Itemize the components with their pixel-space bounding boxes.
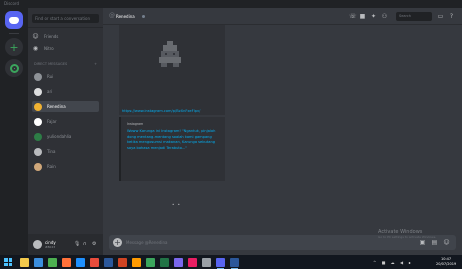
dm-name: Rain bbox=[47, 164, 56, 169]
search-placeholder: Find or start a conversation bbox=[35, 16, 90, 21]
nitro-icon: ◉ bbox=[32, 44, 39, 52]
explore-servers-button[interactable] bbox=[5, 59, 23, 77]
add-server-button[interactable]: + bbox=[5, 38, 23, 56]
compass-icon bbox=[9, 63, 19, 73]
avatar bbox=[34, 162, 42, 171]
loading-indicator: • • bbox=[172, 202, 181, 207]
embed-provider: Instagram bbox=[127, 122, 144, 126]
firefox-icon[interactable] bbox=[62, 258, 71, 267]
dm-name: yuliondahlia bbox=[47, 134, 72, 139]
create-dm-button[interactable]: + bbox=[94, 62, 97, 68]
direct-messages-header: DIRECT MESSAGES + bbox=[34, 62, 97, 68]
nav-nitro[interactable]: ◉ Nitro bbox=[32, 44, 99, 53]
media-icon[interactable] bbox=[174, 258, 183, 267]
pixel-art-image bbox=[159, 41, 181, 67]
divider bbox=[28, 27, 103, 28]
inbox-icon[interactable]: ▭ bbox=[437, 13, 444, 20]
header-search-placeholder: Search bbox=[399, 14, 412, 18]
word-icon[interactable] bbox=[104, 258, 113, 267]
nav-nitro-label: Nitro bbox=[44, 46, 54, 51]
chat-header: @ Renedina ☏ ■ ✦ ⚇ Search ▭ ? bbox=[103, 8, 462, 25]
discord-window: Discord + Find or start a conversation ☺… bbox=[0, 0, 462, 269]
chrome-icon[interactable] bbox=[48, 258, 57, 267]
dm-item-active[interactable]: Renedina bbox=[32, 101, 99, 112]
dm-name: Tina bbox=[47, 149, 56, 154]
avatar bbox=[34, 132, 42, 141]
emoji-icon[interactable]: ☺ bbox=[443, 239, 450, 246]
powerpoint-icon[interactable] bbox=[118, 258, 127, 267]
gear-icon[interactable]: ⚙ bbox=[92, 242, 96, 247]
nav-friends-label: Friends bbox=[44, 34, 59, 39]
activate-windows-watermark: Activate Windows Go to PC settings to ac… bbox=[378, 229, 458, 239]
user-avatar[interactable] bbox=[33, 240, 42, 249]
dm-name: ari bbox=[47, 89, 53, 94]
photos-icon[interactable] bbox=[146, 258, 155, 267]
excel-icon[interactable] bbox=[160, 258, 169, 267]
system-tray[interactable]: ^ ■ ☁ ◀ ∎ bbox=[373, 260, 413, 265]
file-explorer-icon[interactable] bbox=[20, 258, 29, 267]
avatar bbox=[34, 102, 42, 111]
mute-icon[interactable]: 🎙︎ bbox=[74, 242, 80, 247]
embed-description[interactable]: Woww Karunga ini Instagram! "Ngantuk, pi… bbox=[127, 129, 219, 151]
friends-icon: ☺ bbox=[32, 32, 39, 40]
image-embed[interactable] bbox=[119, 25, 225, 115]
upload-button[interactable]: + bbox=[113, 238, 122, 247]
user-tag: #8023 bbox=[45, 245, 56, 249]
message-link[interactable]: https://www.instagram.com/p/BzXnFxeFlpv/ bbox=[122, 109, 232, 113]
paint-icon[interactable] bbox=[188, 258, 197, 267]
nav-friends[interactable]: ☺ Friends bbox=[32, 32, 99, 41]
direct-messages-label: DIRECT MESSAGES bbox=[34, 62, 68, 66]
edge-icon[interactable] bbox=[76, 258, 85, 267]
windows-start-icon[interactable] bbox=[4, 258, 12, 266]
dm-item[interactable]: Rui bbox=[32, 71, 99, 82]
header-search-input[interactable]: Search bbox=[396, 12, 432, 21]
add-friend-icon[interactable]: ⚇ bbox=[381, 13, 388, 20]
plus-icon: + bbox=[9, 40, 19, 54]
window-title: Discord bbox=[4, 1, 20, 6]
app-icon[interactable] bbox=[90, 258, 99, 267]
title-bar: Discord bbox=[0, 0, 462, 8]
home-button[interactable] bbox=[5, 11, 23, 29]
message-placeholder: Message @Renedina bbox=[126, 240, 168, 245]
avatar bbox=[34, 147, 42, 156]
help-icon[interactable]: ? bbox=[448, 13, 455, 20]
windows-taskbar: ^ ■ ☁ ◀ ∎ 10:47 20/07/2019 bbox=[0, 255, 462, 269]
dm-item[interactable]: yuliondahlia bbox=[32, 131, 99, 142]
store-icon[interactable] bbox=[34, 258, 43, 267]
avatar bbox=[34, 87, 42, 96]
gif-icon[interactable]: ▤ bbox=[431, 239, 438, 246]
avatar bbox=[34, 117, 42, 126]
avatar bbox=[34, 72, 42, 81]
at-icon: @ bbox=[109, 12, 115, 19]
headphones-icon[interactable]: ∩ bbox=[83, 242, 87, 247]
status-indicator bbox=[142, 15, 145, 18]
find-conversation-search[interactable]: Find or start a conversation bbox=[32, 14, 99, 23]
server-separator bbox=[9, 33, 19, 34]
discord-icon[interactable] bbox=[216, 258, 225, 269]
link-embed: Instagram Woww Karunga ini Instagram! "N… bbox=[119, 117, 225, 181]
discord-logo-icon bbox=[9, 16, 19, 24]
settings-icon[interactable] bbox=[202, 258, 211, 267]
phone-call-icon[interactable]: ☏ bbox=[349, 13, 357, 20]
server-rail: + bbox=[0, 8, 28, 255]
dm-name: Renedina bbox=[47, 104, 66, 109]
message-list: https://www.instagram.com/p/BzXnFxeFlpv/… bbox=[103, 25, 462, 231]
illustrator-icon[interactable] bbox=[132, 258, 141, 267]
user-panel: cindy #8023 🎙︎ ∩ ⚙ bbox=[28, 234, 103, 255]
dm-item[interactable]: ari bbox=[32, 86, 99, 97]
word-doc-icon[interactable] bbox=[230, 258, 239, 269]
dm-name: Fajar bbox=[47, 119, 57, 124]
dm-item[interactable]: Rain bbox=[32, 161, 99, 172]
dm-item[interactable]: Tina bbox=[32, 146, 99, 157]
dm-name: Rui bbox=[47, 74, 54, 79]
dm-sidebar: Find or start a conversation ☺ Friends ◉… bbox=[28, 8, 103, 234]
pin-icon[interactable]: ✦ bbox=[370, 13, 377, 20]
gift-icon[interactable]: ▣ bbox=[419, 239, 426, 246]
dm-item[interactable]: Fajar bbox=[32, 116, 99, 127]
watermark-subtitle: Go to PC settings to activate Windows. bbox=[378, 235, 437, 239]
channel-name: Renedina bbox=[116, 14, 135, 19]
taskbar-clock[interactable]: 10:47 20/07/2019 bbox=[436, 257, 456, 267]
clock-date: 20/07/2019 bbox=[436, 262, 457, 266]
video-call-icon[interactable]: ■ bbox=[359, 13, 366, 20]
